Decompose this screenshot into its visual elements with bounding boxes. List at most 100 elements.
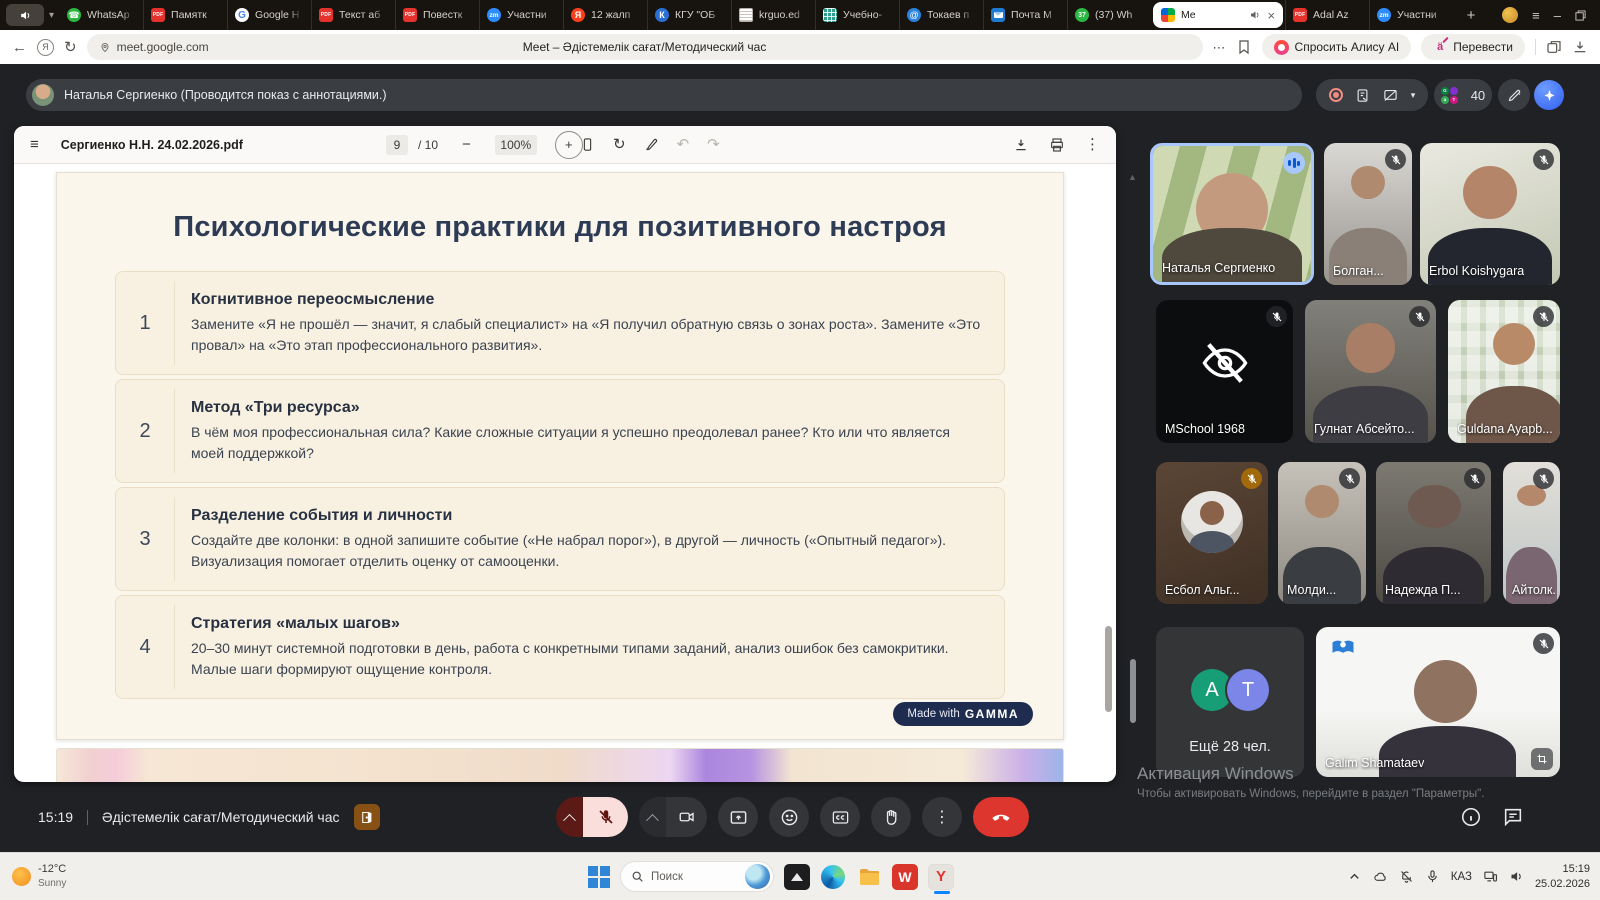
ai-assistant-button[interactable] [1534, 80, 1564, 110]
start-button[interactable] [588, 866, 610, 888]
back-button[interactable]: ← [12, 40, 27, 55]
onedrive-cloud-icon[interactable] [1373, 869, 1388, 884]
collections-icon[interactable] [1546, 39, 1562, 55]
mic-options-chevron[interactable] [556, 797, 583, 837]
present-button[interactable] [718, 797, 758, 837]
zoom-out-button[interactable]: − [462, 136, 471, 153]
more-options-button[interactable]: ⋯ [1213, 41, 1226, 54]
more-options-button[interactable]: ⋮ [922, 797, 962, 837]
downloads-icon[interactable] [1572, 39, 1588, 55]
participant-tile-nadezhda[interactable]: Надежда П... [1376, 462, 1491, 604]
recording-icon[interactable] [1329, 88, 1343, 102]
pdf-sidebar-toggle[interactable]: ≡ [30, 136, 39, 153]
translate-button[interactable]: ä Перевести [1421, 34, 1525, 60]
fit-page-icon[interactable] [580, 137, 595, 152]
participant-tile-gulnat[interactable]: Гулнат Абсейто... [1305, 300, 1436, 443]
tab-zoom-participants-2[interactable]: zmУчастни [1369, 0, 1453, 30]
end-call-button[interactable] [973, 797, 1029, 837]
taskbar-edge[interactable] [820, 864, 846, 890]
tab-adal[interactable]: PDFAdal Az [1285, 0, 1369, 30]
participant-tile-mschool[interactable]: MSchool 1968 [1156, 300, 1293, 443]
taskbar-clock[interactable]: 15:19 25.02.2026 [1535, 862, 1590, 892]
weather-widget[interactable]: -12°C Sunny [12, 863, 66, 891]
ask-alice-button[interactable]: Спросить Алису AI [1262, 34, 1412, 60]
site-pin-icon[interactable] [99, 41, 111, 53]
language-indicator[interactable]: КАЗ [1451, 871, 1472, 883]
camera-control[interactable] [639, 797, 707, 837]
crop-video-button[interactable] [1531, 748, 1553, 770]
tab-audio-button[interactable] [6, 4, 44, 26]
participant-tile-bolgan[interactable]: Болган... [1324, 143, 1412, 285]
yandex-home-button[interactable]: Я [37, 39, 54, 56]
tab-zoom-participants[interactable]: zmУчастни [479, 0, 563, 30]
print-icon[interactable] [1049, 137, 1065, 153]
close-icon[interactable]: × [1267, 9, 1275, 22]
kebab-menu-icon[interactable]: ⋮ [1085, 137, 1100, 152]
chevron-down-icon[interactable]: ▾ [1411, 90, 1416, 101]
camera-options-chevron[interactable] [639, 797, 666, 837]
minimize-button[interactable]: – [1554, 9, 1561, 22]
tab-google[interactable]: GGoogle Н [227, 0, 311, 30]
tab-12-zhalpy[interactable]: Я12 жалп [563, 0, 647, 30]
participant-tile-esbol[interactable]: Есбол Альг... [1156, 462, 1268, 604]
tab-krguo[interactable]: krguo.ed [731, 0, 815, 30]
volume-icon[interactable] [1509, 869, 1524, 884]
zoom-level[interactable]: 100% [495, 135, 537, 155]
more-participants-tile[interactable]: A T Ещё 28 чел. [1156, 627, 1304, 777]
made-with-gamma-badge[interactable]: Made with GAMMA [893, 702, 1033, 726]
participants-scrollbar-thumb[interactable] [1130, 659, 1136, 723]
camera-button[interactable] [666, 797, 707, 837]
tray-expand-icon[interactable] [1347, 869, 1362, 884]
raise-hand-button[interactable] [871, 797, 911, 837]
display-device-icon[interactable] [1483, 869, 1498, 884]
pdf-scrollbar-thumb[interactable] [1105, 626, 1112, 712]
tab-whatsapp[interactable]: ☎WhatsAp [59, 0, 143, 30]
rotate-icon[interactable]: ↻ [613, 137, 626, 152]
page-number-input[interactable]: 9 [386, 135, 408, 155]
profile-avatar[interactable] [1502, 7, 1518, 23]
participant-tile-natalya[interactable]: Наталья Сергиенко [1150, 143, 1314, 285]
mic-control[interactable] [556, 797, 628, 837]
annotation-icon[interactable] [1355, 88, 1370, 103]
taskbar-search[interactable]: Поиск [620, 861, 774, 892]
captions-button[interactable] [820, 797, 860, 837]
meeting-details-icon[interactable] [1460, 806, 1482, 828]
bookmark-icon[interactable] [1236, 39, 1252, 55]
participant-tile-erbol[interactable]: Erbol Koishygara [1420, 143, 1560, 285]
reactions-button[interactable] [769, 797, 809, 837]
whiteboard-off-icon[interactable] [1383, 88, 1398, 103]
browser-menu-button[interactable]: ≡ [1532, 9, 1540, 22]
participant-tile-galim[interactable]: Galim Shamataev [1316, 627, 1560, 777]
meeting-room-button[interactable] [354, 804, 380, 830]
tab-pamyatka[interactable]: PDFПамятк [143, 0, 227, 30]
download-icon[interactable] [1013, 137, 1029, 153]
tab-tokaev[interactable]: @Токаев п [899, 0, 983, 30]
new-tab-button[interactable]: + [1459, 3, 1483, 27]
zoom-in-button[interactable]: + [555, 131, 583, 159]
participant-tile-guldana[interactable]: Guldana Ayapb... [1448, 300, 1560, 443]
address-bar[interactable]: meet.google.com Meet – Әдістемелік сағат… [87, 34, 1203, 60]
notifications-off-icon[interactable] [1399, 869, 1414, 884]
panel-scroll-up-icon[interactable]: ▲ [1128, 172, 1137, 182]
reload-button[interactable]: ↻ [64, 40, 77, 55]
taskbar-yandex-browser[interactable]: Y [928, 864, 954, 890]
tab-meet-active[interactable]: Me × [1153, 2, 1283, 28]
chevron-down-icon[interactable]: ▾ [49, 10, 54, 21]
annotate-pen-button[interactable] [1498, 79, 1530, 111]
tab-audio-icon[interactable] [1249, 9, 1261, 21]
undo-icon[interactable]: ↶ [677, 137, 690, 152]
participant-tile-aitolk[interactable]: Айтолк... [1503, 462, 1560, 604]
chat-icon[interactable] [1502, 806, 1524, 828]
taskbar-file-explorer[interactable] [856, 864, 882, 890]
tab-mail[interactable]: Почта М [983, 0, 1067, 30]
participant-tile-moldi[interactable]: Молди... [1278, 462, 1366, 604]
taskbar-w-app[interactable]: W [892, 864, 918, 890]
mic-mute-button[interactable] [583, 797, 628, 837]
tab-whatsapp-web[interactable]: 37(37) Wh [1067, 0, 1151, 30]
tab-tekst[interactable]: PDFТекст аб [311, 0, 395, 30]
taskbar-photos-app[interactable] [784, 864, 810, 890]
tab-uchebno[interactable]: Учебно- [815, 0, 899, 30]
tab-povestka[interactable]: PDFПовестк [395, 0, 479, 30]
draw-pen-icon[interactable] [644, 137, 659, 152]
redo-icon[interactable]: ↷ [707, 137, 720, 152]
